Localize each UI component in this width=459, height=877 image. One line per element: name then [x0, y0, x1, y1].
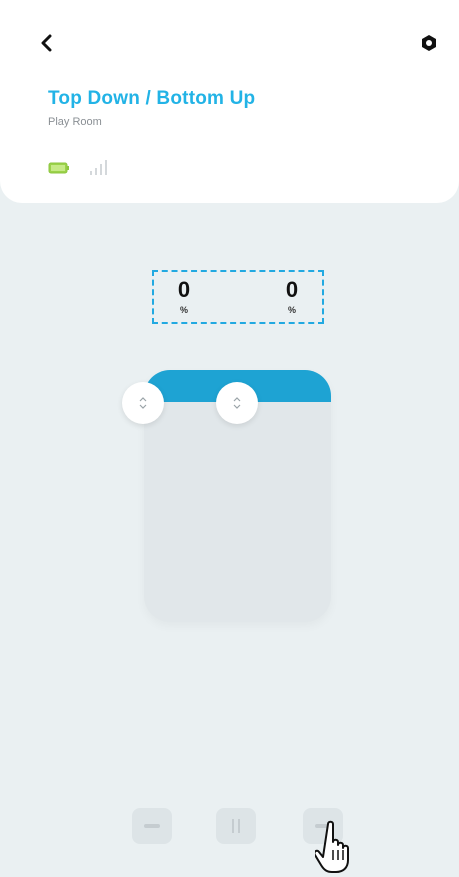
top-rail-unit: % — [179, 305, 188, 315]
minus-icon — [144, 824, 160, 828]
top-rail-position: 0 % — [164, 278, 204, 316]
battery-icon — [48, 162, 69, 174]
shade-control-screen: Top Down / Bottom Up Play Room 0 % 0 % — [0, 0, 459, 877]
bottom-rail-value: 0 — [285, 277, 299, 302]
pause-icon — [232, 819, 240, 833]
position-readout: 0 % 0 % — [152, 270, 324, 324]
bottom-rail-position: 0 % — [272, 278, 312, 316]
top-rail-handle[interactable] — [122, 382, 164, 424]
page-title: Top Down / Bottom Up — [48, 88, 256, 109]
close-shade-button[interactable] — [132, 808, 172, 844]
settings-button[interactable] — [416, 30, 442, 56]
hand-pointer-icon — [315, 820, 349, 873]
bottom-rail-unit: % — [287, 305, 296, 315]
bottom-rail-handle[interactable] — [216, 382, 258, 424]
signal-icon — [90, 160, 107, 175]
chevron-left-icon — [41, 34, 52, 52]
gear-icon — [422, 35, 436, 51]
room-name: Play Room — [48, 116, 102, 128]
header-card: Top Down / Bottom Up Play Room — [0, 0, 459, 203]
drag-handle-icon — [139, 397, 147, 409]
stop-shade-button[interactable] — [216, 808, 256, 844]
drag-handle-icon — [233, 397, 241, 409]
back-button[interactable] — [34, 30, 60, 56]
top-rail-value: 0 — [177, 277, 191, 302]
